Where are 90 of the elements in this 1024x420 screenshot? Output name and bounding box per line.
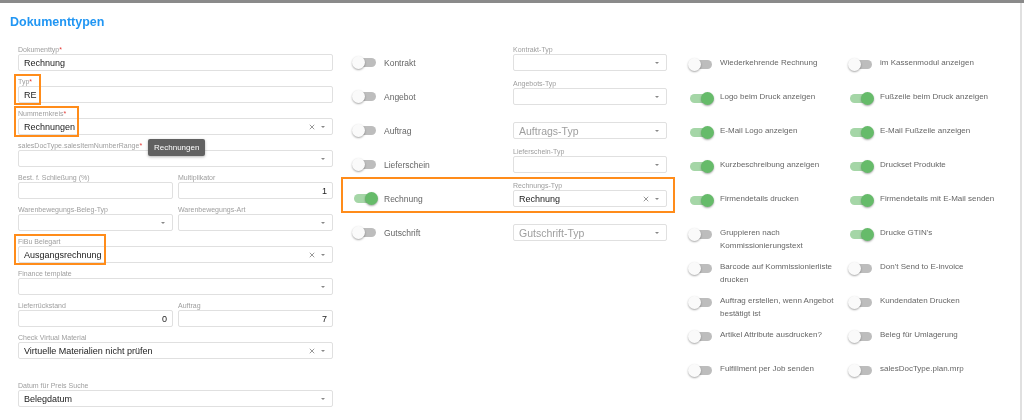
toggle-label: Rechnung <box>384 193 423 204</box>
number-field[interactable]: 1 <box>178 182 333 199</box>
toggle-label: Auftrag erstellen, wenn Angebot bestätigt ist <box>720 295 835 320</box>
number-field[interactable] <box>18 182 173 199</box>
toggle-label: Kurzbeschreibung anzeigen <box>720 159 820 171</box>
toggle-switch[interactable] <box>850 332 872 341</box>
caret-icon[interactable] <box>655 163 659 166</box>
toggle-switch[interactable] <box>690 196 712 205</box>
toggle-switch[interactable] <box>850 264 872 273</box>
clear-icon[interactable] <box>643 195 649 202</box>
toggle-switch[interactable] <box>354 194 376 203</box>
caret-icon[interactable] <box>655 231 659 234</box>
toggle-switch[interactable] <box>690 264 712 273</box>
select-field[interactable]: Belegdatum <box>18 390 333 407</box>
text-field[interactable]: Rechnung <box>18 54 333 71</box>
toggle-switch[interactable] <box>690 332 712 341</box>
toggle-label: Druckset Produkte <box>880 159 946 171</box>
caret-icon[interactable] <box>321 157 325 160</box>
select-field[interactable] <box>513 54 667 71</box>
toggle-switch[interactable] <box>850 366 872 375</box>
toggle-label: E-Mail Logo anzeigen <box>720 125 798 137</box>
toggle-label: Angebot <box>384 91 416 102</box>
select-field[interactable] <box>18 150 333 167</box>
toggle-switch[interactable] <box>354 126 376 135</box>
caret-icon[interactable] <box>161 221 165 224</box>
toggle-label: Kontrakt <box>384 57 416 68</box>
toggle-switch[interactable] <box>850 60 872 69</box>
toggle-label: Beleg für Umlagerung <box>880 329 958 341</box>
toggle-label: Fulfillment per Job senden <box>720 363 814 375</box>
dialog-title: Dokumenttypen <box>10 15 105 29</box>
toggle-label: Firmendetails mit E-Mail senden <box>880 193 995 205</box>
toggle-label: Gutschrift <box>384 227 421 238</box>
toggle-label: im Kassenmodul anzeigen <box>880 57 974 69</box>
caret-icon[interactable] <box>321 125 325 128</box>
toggle-label: Drucke GTIN's <box>880 227 933 239</box>
caret-icon[interactable] <box>321 349 325 352</box>
caret-icon[interactable] <box>655 129 659 132</box>
toggle-label: Auftrag <box>384 125 412 136</box>
toggle-switch[interactable] <box>690 60 712 69</box>
number-field[interactable]: 7 <box>178 310 333 327</box>
toggle-label: Lieferschein <box>384 159 430 170</box>
toggle-switch[interactable] <box>354 58 376 67</box>
select-field[interactable] <box>178 214 333 231</box>
caret-icon[interactable] <box>321 221 325 224</box>
toggle-switch[interactable] <box>690 366 712 375</box>
clear-icon[interactable] <box>309 123 315 130</box>
toggle-switch[interactable] <box>690 94 712 103</box>
toggle-switch[interactable] <box>850 196 872 205</box>
text-field[interactable]: RE <box>18 86 333 103</box>
toggle-label: Gruppieren nach Kommissionierungstext <box>720 227 804 252</box>
caret-icon[interactable] <box>321 253 325 256</box>
toggle-label: E-Mail Fußzeile anzeigen <box>880 125 971 137</box>
toggle-label: Firmendetails drucken <box>720 193 799 205</box>
toggle-switch[interactable] <box>850 298 872 307</box>
toggle-switch[interactable] <box>354 228 376 237</box>
select-field[interactable] <box>513 156 667 173</box>
toggle-label: Kundendaten Drucken <box>880 295 960 307</box>
select-field[interactable]: Rechnungen <box>18 118 333 135</box>
toggle-switch[interactable] <box>354 92 376 101</box>
number-field[interactable]: 0 <box>18 310 173 327</box>
toggle-switch[interactable] <box>850 94 872 103</box>
toggle-label: Wiederkehrende Rechnung <box>720 57 818 69</box>
toggle-label: Barcode auf Kommissionierliste drucken <box>720 261 834 286</box>
toggle-switch[interactable] <box>354 160 376 169</box>
toggle-switch[interactable] <box>690 128 712 137</box>
tooltip: Rechnungen <box>148 139 206 156</box>
toggle-switch[interactable] <box>690 162 712 171</box>
select-field[interactable]: Ausgangsrechnung <box>18 246 333 263</box>
toggle-label: Fußzeile beim Druck anzeigen <box>880 91 989 103</box>
caret-icon[interactable] <box>655 197 659 200</box>
select-field[interactable]: Virtuelle Materialien nicht prüfen <box>18 342 333 359</box>
toggle-label: salesDocType.plan.mrp <box>880 363 964 375</box>
toggle-label: Logo beim Druck anzeigen <box>720 91 816 103</box>
caret-icon[interactable] <box>655 95 659 98</box>
clear-icon[interactable] <box>309 251 315 258</box>
select-field[interactable] <box>513 88 667 105</box>
toggle-switch[interactable] <box>690 230 712 239</box>
clear-icon[interactable] <box>309 347 315 354</box>
caret-icon[interactable] <box>655 61 659 64</box>
caret-icon[interactable] <box>321 285 325 288</box>
select-field[interactable] <box>18 214 173 231</box>
toggle-label: Artikel Attribute ausdrucken? <box>720 329 822 341</box>
toggle-label: Don't Send to E-invoice <box>880 261 964 273</box>
toggle-switch[interactable] <box>850 128 872 137</box>
toggle-switch[interactable] <box>690 298 712 307</box>
select-field[interactable]: Rechnung <box>513 190 667 207</box>
toggle-switch[interactable] <box>850 230 872 239</box>
select-field[interactable] <box>18 278 333 295</box>
caret-icon[interactable] <box>321 397 325 400</box>
toggle-switch[interactable] <box>850 162 872 171</box>
